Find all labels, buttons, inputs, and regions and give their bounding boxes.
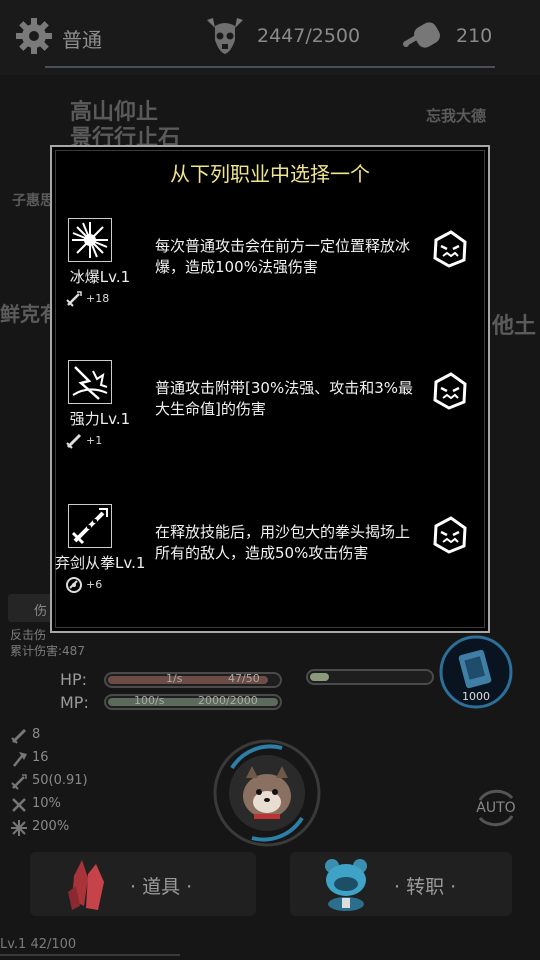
difficulty-label[interactable]: 普通 xyxy=(62,24,102,53)
hp-value: 47/50 xyxy=(228,672,260,685)
dialog-title: 从下列职业中选择一个 xyxy=(170,162,370,186)
meat-icon xyxy=(401,18,445,54)
stat-value: 8 xyxy=(32,727,41,742)
stat-value: 16 xyxy=(32,750,49,765)
burst-icon xyxy=(11,820,27,836)
class-option-description: 每次普通攻击会在前方一定位置释放冰爆，造成100%法强伤害 xyxy=(155,237,411,276)
mp-label: MP: xyxy=(60,693,89,712)
items-button[interactable]: · 道具 · xyxy=(30,852,256,916)
background-text: 忘我大德 xyxy=(426,107,487,125)
hp-label: HP: xyxy=(60,670,88,689)
meat-count: 210 xyxy=(456,25,493,47)
class-option-name: 弃剑从拳Lv.1 xyxy=(55,554,146,572)
class-option-stat: +18 xyxy=(86,292,110,305)
sword-icon xyxy=(11,728,27,744)
skill-button[interactable]: 1000 xyxy=(438,634,514,710)
class-option-power[interactable]: 强力Lv.1 +1 普通攻击附带[30%法强、攻击和3%最大生命值]的伤害 xyxy=(55,360,485,480)
power-strike-icon xyxy=(68,360,112,404)
class-option-description: 普通攻击附带[30%法强、攻击和3%最大生命值]的伤害 xyxy=(155,379,413,418)
magic-sword-icon xyxy=(11,774,27,790)
damage-tab-label: 伤 xyxy=(34,604,48,619)
auto-button[interactable]: AUTO xyxy=(472,786,520,828)
ice-burst-icon xyxy=(68,218,112,262)
angry-face-select-icon[interactable] xyxy=(429,228,471,270)
background-text: 子惠思 xyxy=(12,193,54,209)
axe-icon xyxy=(13,752,27,767)
avatar[interactable] xyxy=(212,738,322,848)
mp-value: 2000/2000 xyxy=(198,694,258,707)
exp-bar xyxy=(306,669,434,685)
class-option-ice-burst[interactable]: 冰爆Lv.1 +18 每次普通攻击会在前方一定位置释放冰爆，造成100%法强伤害 xyxy=(55,218,485,338)
class-option-name: 冰爆Lv.1 xyxy=(69,268,131,286)
robot-bear-icon xyxy=(325,859,367,911)
auto-label: AUTO xyxy=(476,800,515,816)
crossed-swords-icon xyxy=(12,798,26,812)
class-option-stat: +1 xyxy=(86,434,103,447)
hp-regen: 1/s xyxy=(166,672,183,685)
skull-icon xyxy=(203,14,247,58)
sword-to-fist-icon xyxy=(68,504,112,548)
job-change-button-label: · 转职 · xyxy=(394,876,457,898)
hp-bar: 1/s 47/50 xyxy=(104,672,282,688)
magic-sword-icon xyxy=(66,291,82,307)
total-damage-label: 累计伤害:487 xyxy=(10,644,85,658)
angry-face-select-icon[interactable] xyxy=(429,514,471,556)
job-change-button[interactable]: · 转职 · xyxy=(290,852,512,916)
counter-damage-label: 反击伤 xyxy=(10,628,47,642)
gear-icon[interactable] xyxy=(14,16,54,56)
damage-tab[interactable]: 伤 xyxy=(8,594,52,622)
kill-progress: 2447/2500 xyxy=(257,25,361,47)
stat-value: 50(0.91) xyxy=(32,773,88,788)
sword-icon xyxy=(66,433,82,449)
background-text: 他土 xyxy=(492,314,537,339)
class-option-sword-to-fist[interactable]: 弃剑从拳Lv.1 +6 在释放技能后，用沙包大的拳头揭场上所有的敌人，造成50%… xyxy=(55,504,485,624)
stat-value: 200% xyxy=(32,819,70,834)
class-option-stat: +6 xyxy=(86,578,103,591)
crystal-icon xyxy=(68,860,104,910)
angry-face-select-icon[interactable] xyxy=(429,370,471,412)
top-bar-divider xyxy=(45,66,495,68)
exp-bar-fill xyxy=(310,673,330,681)
mp-bar: 100/s 2000/2000 xyxy=(104,694,282,710)
class-option-name: 强力Lv.1 xyxy=(69,410,131,428)
skill-count: 1000 xyxy=(462,690,490,703)
level-exp-text: Lv.1 42/100 xyxy=(0,937,77,952)
stat-value: 10% xyxy=(32,796,61,811)
crit-icon xyxy=(66,577,82,593)
items-button-label: · 道具 · xyxy=(130,876,193,898)
level-divider xyxy=(0,954,180,956)
class-option-description: 在释放技能后，用沙包大的拳头揭场上所有的敌人，造成50%攻击伤害 xyxy=(155,523,411,562)
mp-regen: 100/s xyxy=(134,694,165,707)
